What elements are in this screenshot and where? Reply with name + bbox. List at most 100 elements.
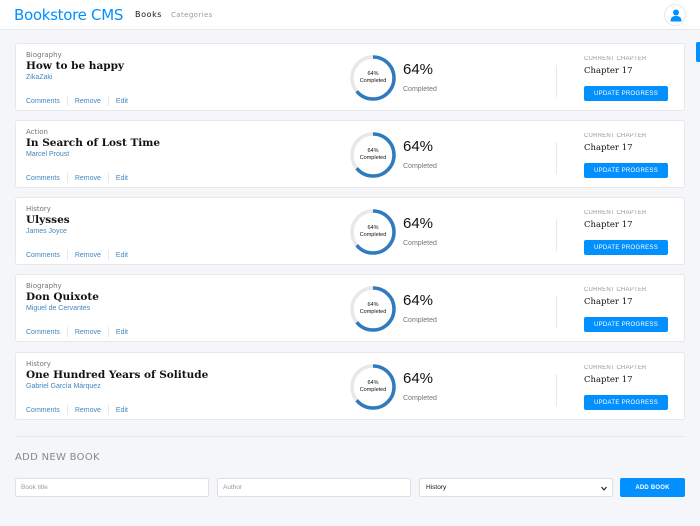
comments-button[interactable]: Comments	[26, 175, 60, 182]
ring-caption: Completed	[359, 232, 387, 238]
book-title: Ulysses	[26, 214, 70, 226]
book-card: Action In Search of Lost Time Marcel Pro…	[15, 120, 685, 188]
update-progress-button[interactable]: UPDATE PROGRESS	[584, 317, 668, 332]
action-divider	[66, 327, 68, 337]
update-progress-button[interactable]: UPDATE PROGRESS	[584, 395, 668, 410]
current-chapter: Chapter 17	[584, 66, 633, 76]
current-chapter: Chapter 17	[584, 375, 633, 385]
progress-percent: 64%	[403, 61, 434, 78]
vertical-divider	[556, 374, 557, 406]
book-actions: Comments Remove Edit	[26, 96, 128, 106]
book-author[interactable]: ZikaZaki	[26, 74, 52, 81]
chevron-down-icon	[601, 486, 607, 491]
current-chapter-label: CURRENT CHAPTER	[584, 365, 647, 371]
book-actions: Comments Remove Edit	[26, 327, 128, 337]
book-title: Don Quixote	[26, 291, 99, 303]
current-chapter: Chapter 17	[584, 220, 633, 230]
remove-button[interactable]: Remove	[75, 175, 101, 182]
update-progress-button[interactable]: UPDATE PROGRESS	[584, 240, 668, 255]
book-actions: Comments Remove Edit	[26, 405, 128, 415]
update-progress-button[interactable]: UPDATE PROGRESS	[584, 163, 668, 178]
action-divider	[107, 327, 109, 337]
book-genre: History	[26, 205, 51, 213]
user-account-button[interactable]	[664, 4, 686, 26]
action-divider	[66, 96, 68, 106]
action-divider	[107, 173, 109, 183]
comments-button[interactable]: Comments	[26, 252, 60, 259]
comments-button[interactable]: Comments	[26, 98, 60, 105]
book-card: History Ulysses James Joyce Comments Rem…	[15, 197, 685, 265]
completed-label: Completed	[403, 240, 437, 247]
update-progress-button[interactable]: UPDATE PROGRESS	[584, 86, 668, 101]
author-input[interactable]	[217, 478, 411, 497]
edit-button[interactable]: Edit	[116, 329, 128, 336]
book-author[interactable]: Marcel Proust	[26, 151, 69, 158]
edit-button[interactable]: Edit	[116, 252, 128, 259]
progress-ring-label: 64% Completed	[349, 380, 397, 394]
nav-books[interactable]: Books	[135, 10, 162, 19]
progress-percent: 64%	[403, 138, 434, 155]
book-title: In Search of Lost Time	[26, 137, 161, 149]
progress-percent: 64%	[403, 370, 434, 387]
vertical-divider	[556, 142, 557, 174]
current-chapter: Chapter 17	[584, 143, 633, 153]
action-divider	[66, 405, 68, 415]
progress-ring-label: 64% Completed	[349, 71, 397, 85]
remove-button[interactable]: Remove	[75, 98, 101, 105]
book-title-input[interactable]	[15, 478, 209, 497]
action-divider	[107, 250, 109, 260]
completed-label: Completed	[403, 395, 437, 402]
edit-button[interactable]: Edit	[116, 175, 128, 182]
action-divider	[107, 405, 109, 415]
current-chapter-label: CURRENT CHAPTER	[584, 210, 647, 216]
progress-ring-label: 64% Completed	[349, 148, 397, 162]
action-divider	[107, 96, 109, 106]
remove-button[interactable]: Remove	[75, 407, 101, 414]
vertical-divider	[556, 296, 557, 328]
comments-button[interactable]: Comments	[26, 329, 60, 336]
remove-button[interactable]: Remove	[75, 329, 101, 336]
scrollbar-thumb[interactable]	[696, 42, 700, 62]
action-divider	[66, 250, 68, 260]
book-title: One Hundred Years of Solitude	[26, 369, 209, 381]
book-genre: Action	[26, 128, 48, 136]
completed-label: Completed	[403, 86, 437, 93]
ring-caption: Completed	[359, 309, 387, 315]
action-divider	[66, 173, 68, 183]
progress-ring-label: 64% Completed	[349, 225, 397, 239]
book-genre: Biography	[26, 51, 62, 59]
ring-caption: Completed	[359, 155, 387, 161]
nav-categories[interactable]: Categories	[171, 11, 213, 19]
progress-percent: 64%	[403, 292, 434, 309]
completed-label: Completed	[403, 317, 437, 324]
user-icon	[670, 9, 682, 22]
completed-label: Completed	[403, 163, 437, 170]
ring-percent: 64%	[367, 225, 379, 231]
current-chapter-label: CURRENT CHAPTER	[584, 133, 647, 139]
progress-ring-label: 64% Completed	[349, 302, 397, 316]
ring-percent: 64%	[367, 148, 379, 154]
current-chapter: Chapter 17	[584, 297, 633, 307]
book-author[interactable]: James Joyce	[26, 228, 67, 235]
book-title: How to be happy	[26, 60, 125, 72]
ring-percent: 64%	[367, 71, 379, 77]
remove-button[interactable]: Remove	[75, 252, 101, 259]
edit-button[interactable]: Edit	[116, 98, 128, 105]
current-chapter-label: CURRENT CHAPTER	[584, 56, 647, 62]
book-author[interactable]: Gabriel García Márquez	[26, 383, 101, 390]
book-card: Biography Don Quixote Miguel de Cervante…	[15, 274, 685, 342]
book-genre: History	[26, 360, 51, 368]
edit-button[interactable]: Edit	[116, 407, 128, 414]
comments-button[interactable]: Comments	[26, 407, 60, 414]
vertical-divider	[556, 219, 557, 251]
add-book-heading: ADD NEW BOOK	[15, 452, 100, 463]
category-select[interactable]: History	[419, 478, 613, 497]
progress-percent: 64%	[403, 215, 434, 232]
add-book-button[interactable]: ADD BOOK	[620, 478, 685, 497]
app-logo[interactable]: Bookstore CMS	[14, 6, 123, 24]
book-author[interactable]: Miguel de Cervantes	[26, 305, 90, 312]
current-chapter-label: CURRENT CHAPTER	[584, 287, 647, 293]
book-actions: Comments Remove Edit	[26, 173, 128, 183]
section-divider	[15, 436, 685, 437]
book-genre: Biography	[26, 282, 62, 290]
